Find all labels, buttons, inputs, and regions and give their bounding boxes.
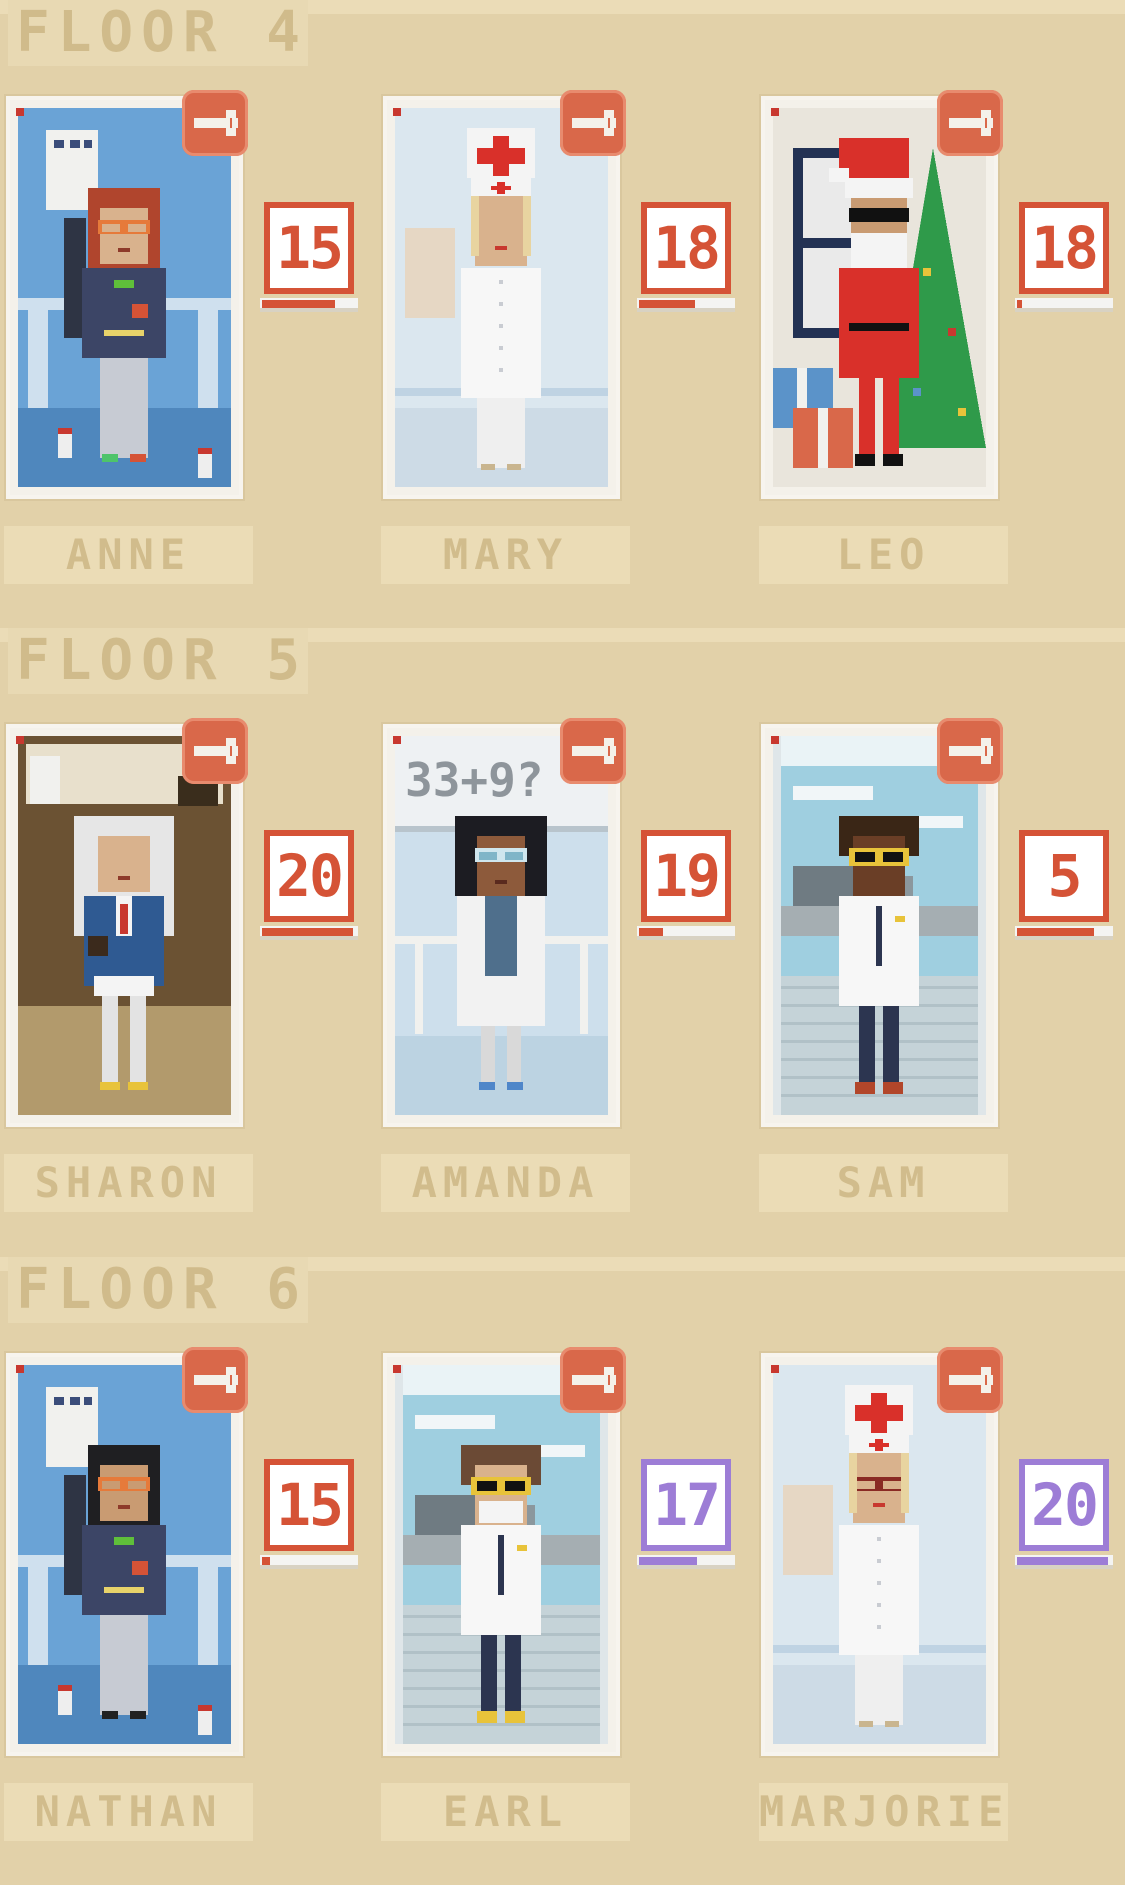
resident-card[interactable] xyxy=(383,1353,620,1756)
wrench-icon[interactable] xyxy=(560,1347,626,1413)
level-progress-bar xyxy=(260,1555,358,1569)
wrench-icon[interactable] xyxy=(560,718,626,784)
resident-sprite xyxy=(395,108,608,487)
level-progress-bar xyxy=(637,1555,735,1569)
resident-name: ANNE xyxy=(4,526,253,584)
floor-label: FLOOR 4 xyxy=(8,0,308,66)
red-dot-icon xyxy=(771,736,779,744)
level-badge: 18 xyxy=(1019,202,1109,294)
wrench-glyph xyxy=(949,1367,993,1393)
wrench-icon[interactable] xyxy=(937,1347,1003,1413)
red-dot-icon xyxy=(393,1365,401,1373)
wrench-icon[interactable] xyxy=(560,90,626,156)
resident-card[interactable] xyxy=(761,1353,998,1756)
resident-sprite: 33+9? xyxy=(395,736,608,1115)
resident-sprite xyxy=(773,108,986,487)
floor-section: FLOOR 5 20 SHARON 33+9? 19 AMANDA 5 SAM xyxy=(0,628,1125,1256)
resident-card[interactable] xyxy=(761,724,998,1127)
level-progress-bar xyxy=(1015,1555,1113,1569)
resident-portrait xyxy=(773,108,986,487)
level-progress-bar xyxy=(637,926,735,940)
red-dot-icon xyxy=(771,108,779,116)
level-badge: 15 xyxy=(264,202,354,294)
resident-name: MARJORIE xyxy=(759,1783,1008,1841)
wrench-glyph xyxy=(194,110,238,136)
level-progress-fill xyxy=(1017,1557,1108,1565)
level-progress-fill xyxy=(639,928,663,936)
level-badge: 20 xyxy=(1019,1459,1109,1551)
floor-label: FLOOR 6 xyxy=(8,1257,308,1323)
level-progress-fill xyxy=(262,300,335,308)
level-badge: 15 xyxy=(264,1459,354,1551)
resident-card[interactable] xyxy=(761,96,998,499)
resident-name: AMANDA xyxy=(381,1154,630,1212)
wrench-glyph xyxy=(572,738,616,764)
wrench-glyph xyxy=(572,1367,616,1393)
resident-portrait xyxy=(773,736,986,1115)
resident-portrait: 33+9? xyxy=(395,736,608,1115)
wrench-glyph xyxy=(572,110,616,136)
resident-sprite xyxy=(773,1365,986,1744)
floor-label: FLOOR 5 xyxy=(8,628,308,694)
floor-section: FLOOR 6 15 NATHAN 17 EARL 20 MARJORIE xyxy=(0,1257,1125,1885)
wrench-glyph xyxy=(194,738,238,764)
level-badge: 18 xyxy=(641,202,731,294)
wrench-glyph xyxy=(949,110,993,136)
wrench-icon[interactable] xyxy=(182,90,248,156)
level-progress-bar xyxy=(260,298,358,312)
level-progress-fill xyxy=(1017,300,1022,308)
level-badge: 19 xyxy=(641,830,731,922)
level-progress-bar xyxy=(1015,298,1113,312)
wrench-icon[interactable] xyxy=(182,718,248,784)
resident-portrait xyxy=(18,736,231,1115)
level-progress-fill xyxy=(639,1557,697,1565)
resident-name: SHARON xyxy=(4,1154,253,1212)
wrench-icon[interactable] xyxy=(182,1347,248,1413)
wrench-icon[interactable] xyxy=(937,90,1003,156)
level-progress-fill xyxy=(1017,928,1094,936)
resident-name: EARL xyxy=(381,1783,630,1841)
red-dot-icon xyxy=(393,108,401,116)
level-progress-bar xyxy=(637,298,735,312)
wrench-glyph xyxy=(194,1367,238,1393)
level-badge: 5 xyxy=(1019,830,1109,922)
level-progress-bar xyxy=(1015,926,1113,940)
level-badge: 20 xyxy=(264,830,354,922)
level-progress-fill xyxy=(262,1557,270,1565)
red-dot-icon xyxy=(16,108,24,116)
board-text: 33+9? xyxy=(405,753,543,807)
level-progress-bar xyxy=(260,926,358,940)
resident-name: MARY xyxy=(381,526,630,584)
resident-card[interactable] xyxy=(383,96,620,499)
resident-sprite xyxy=(18,1365,231,1744)
floor-section: FLOOR 4 15 ANNE 18 MARY 18 LEO xyxy=(0,0,1125,628)
level-badge: 17 xyxy=(641,1459,731,1551)
resident-sprite xyxy=(18,108,231,487)
level-progress-fill xyxy=(639,300,695,308)
resident-portrait xyxy=(18,108,231,487)
resident-card[interactable] xyxy=(6,96,243,499)
level-progress-fill xyxy=(262,928,353,936)
resident-portrait xyxy=(395,1365,608,1744)
resident-name: SAM xyxy=(759,1154,1008,1212)
resident-sprite xyxy=(773,736,986,1115)
red-dot-icon xyxy=(16,1365,24,1373)
resident-sprite xyxy=(395,1365,608,1744)
resident-name: LEO xyxy=(759,526,1008,584)
resident-card[interactable] xyxy=(6,724,243,1127)
red-dot-icon xyxy=(16,736,24,744)
resident-sprite xyxy=(18,736,231,1115)
red-dot-icon xyxy=(393,736,401,744)
resident-card[interactable]: 33+9? xyxy=(383,724,620,1127)
resident-portrait xyxy=(773,1365,986,1744)
resident-portrait xyxy=(395,108,608,487)
resident-card[interactable] xyxy=(6,1353,243,1756)
red-dot-icon xyxy=(771,1365,779,1373)
wrench-icon[interactable] xyxy=(937,718,1003,784)
resident-name: NATHAN xyxy=(4,1783,253,1841)
wrench-glyph xyxy=(949,738,993,764)
resident-portrait xyxy=(18,1365,231,1744)
